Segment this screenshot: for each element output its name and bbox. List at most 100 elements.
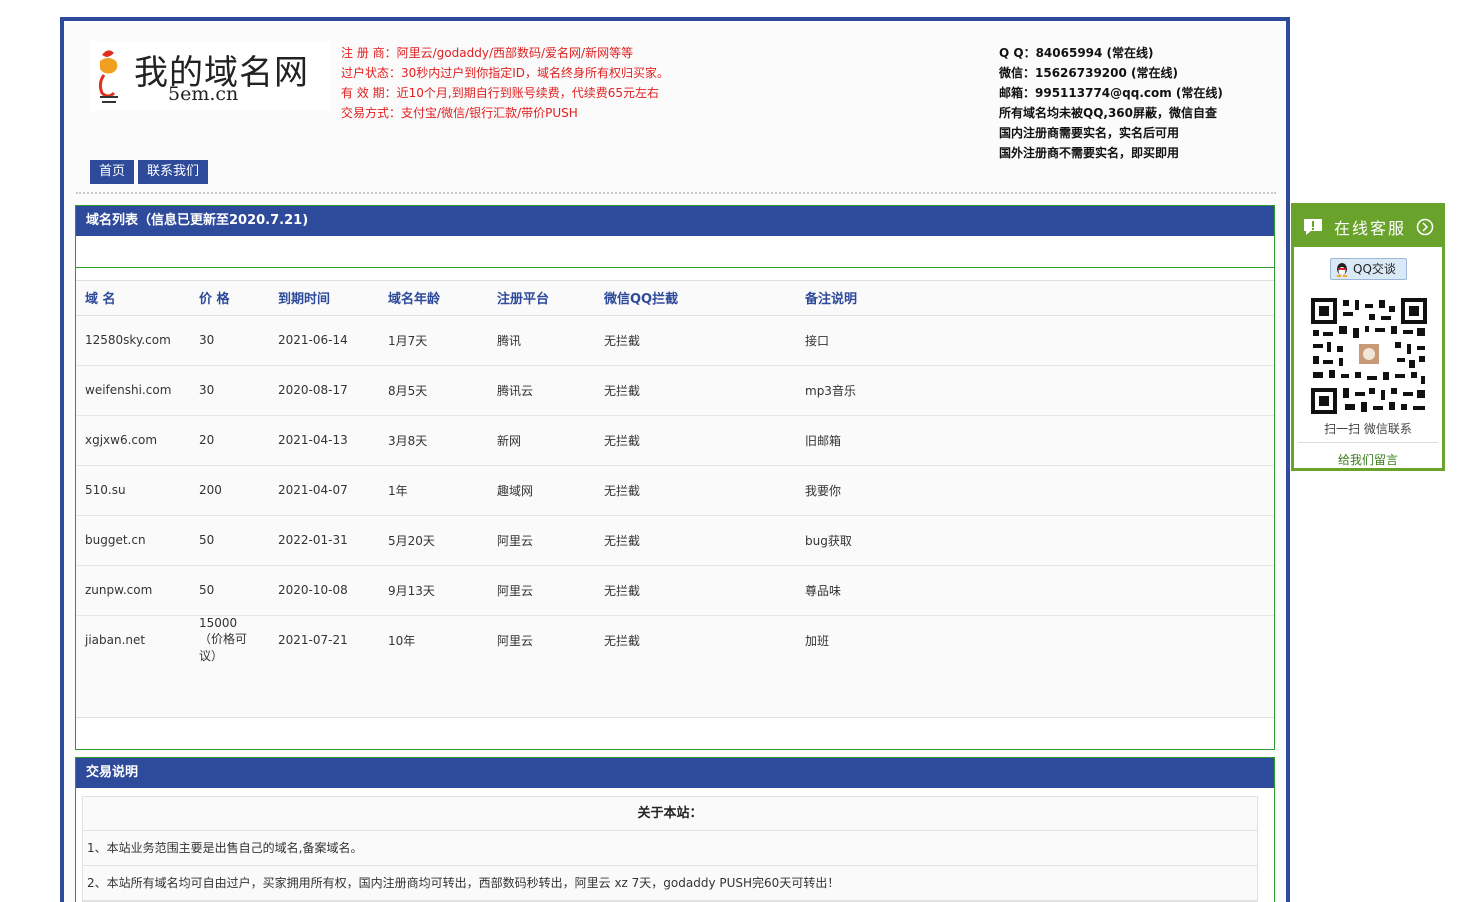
cell-price: 15000（价格可议） xyxy=(199,616,248,664)
contact-wechat: 微信：15626739200 (常在线) xyxy=(999,66,1178,80)
trade-info-list: 关于本站： 1、本站业务范围主要是出售自己的域名,备案域名。 2、本站所有域名均… xyxy=(82,796,1258,902)
trade-info-body: 关于本站： 1、本站业务范围主要是出售自己的域名,备案域名。 2、本站所有域名均… xyxy=(76,788,1274,902)
notice-transfer: 过户状态：30秒内过户到你指定ID，域名终身所有权归买家。 xyxy=(341,66,670,80)
col-domain[interactable]: 域 名 xyxy=(76,281,190,316)
col-registrar[interactable]: 注册平台 xyxy=(488,281,595,316)
contact-qq: Q Q：84065994 (常在线) xyxy=(999,46,1154,60)
scan-wechat-text: 扫一扫 微信联系 xyxy=(1324,422,1412,436)
cell-age: 9月13天 xyxy=(379,565,488,616)
col-age[interactable]: 域名年龄 xyxy=(379,281,488,316)
contact-email: 邮箱：995113774@qq.com (常在线) xyxy=(999,86,1223,100)
cell-price: 20 xyxy=(190,415,269,466)
cell-block-status: 无拦截 xyxy=(595,465,796,516)
notice-payment: 交易方式：支付宝/微信/银行汇款/带价PUSH xyxy=(341,106,578,120)
cell-domain: xgjxw6.com xyxy=(76,415,190,466)
cell-domain: weifenshi.com xyxy=(76,365,190,416)
cell-registrar: 阿里云 xyxy=(488,565,595,616)
page-container: 我的域名网 5em.cn 注 册 商：阿里云/godaddy/西部数码/爱名网/… xyxy=(60,17,1290,902)
contact-note-2: 国内注册商需要实名，实名后可用 xyxy=(999,126,1180,140)
service-title: 在线客服 xyxy=(1334,218,1407,238)
cell-domain: jiaban.net xyxy=(85,633,146,648)
cell-registrar: 腾讯云 xyxy=(488,365,595,416)
contact-block: Q Q：84065994 (常在线) 微信：15626739200 (常在线) … xyxy=(999,43,1223,163)
cell-remarks: mp3音乐 xyxy=(796,365,1274,416)
nav-contact-button[interactable]: 联系我们 xyxy=(138,160,209,184)
service-header[interactable]: 在线客服 xyxy=(1294,206,1442,247)
cell-block-status: 无拦截 xyxy=(595,515,796,566)
about-heading: 关于本站： xyxy=(83,797,1257,831)
qq-chat-label: QQ交谈 xyxy=(1353,262,1396,276)
cell-domain: 12580sky.com xyxy=(76,315,190,366)
cell-domain: 510.su xyxy=(76,465,190,516)
cell-age: 5月20天 xyxy=(379,515,488,566)
cell-expiry: 2021-07-21 xyxy=(278,633,348,648)
cell-block-status: 无拦截 xyxy=(595,415,796,466)
arrow-circle-right-icon[interactable] xyxy=(1416,218,1434,236)
cell-price: 200 xyxy=(190,465,269,516)
notice-registrar: 注 册 商：阿里云/godaddy/西部数码/爱名网/新网等等 xyxy=(341,46,634,60)
domain-list-title: 域名列表（信息已更新至2020.7.21) xyxy=(76,206,1274,236)
cell-expiry: 2020-10-08 xyxy=(269,565,379,616)
cell-expiry: 2021-06-14 xyxy=(269,315,379,366)
trade-info-title: 交易说明 xyxy=(76,758,1274,788)
table-row: 510.su 200 2021-04-07 1年 趣域网 无拦截 我要你 xyxy=(76,465,1274,516)
table-row: bugget.cn 50 2022-01-31 5月20天 阿里云 无拦截 bu… xyxy=(76,515,1274,566)
notice-block: 注 册 商：阿里云/godaddy/西部数码/爱名网/新网等等 过户状态：30秒… xyxy=(341,43,669,123)
cell-price: 30 xyxy=(190,365,269,416)
nav-home-button[interactable]: 首页 xyxy=(90,160,135,184)
col-expiry[interactable]: 到期时间 xyxy=(269,281,379,316)
cell-registrar: 新网 xyxy=(488,415,595,466)
cell-block-status: 无拦截 xyxy=(604,633,641,648)
trade-info-panel: 交易说明 关于本站： 1、本站业务范围主要是出售自己的域名,备案域名。 2、本站… xyxy=(75,757,1275,902)
main-nav: 首页 联系我们 xyxy=(90,160,209,184)
cell-block-status: 无拦截 xyxy=(595,565,796,616)
cell-remarks: 我要你 xyxy=(796,465,1274,516)
qq-chat-button[interactable]: QQ交谈 xyxy=(1330,258,1407,280)
col-remarks[interactable]: 备注说明 xyxy=(796,281,1274,316)
domain-list-panel: 域名列表（信息已更新至2020.7.21) 域 名 价 格 到期时间 域名年龄 … xyxy=(75,205,1275,750)
cell-domain: zunpw.com xyxy=(76,565,190,616)
trade-info-item: 2、本站所有域名均可自由过户，买家拥用所有权，国内注册商均可转出，西部数码秒转出… xyxy=(83,866,1257,901)
cell-price: 50 xyxy=(190,565,269,616)
service-divider xyxy=(1298,442,1438,443)
logo-subtitle: 5em.cn xyxy=(168,83,239,105)
cell-block-status: 无拦截 xyxy=(595,315,796,366)
cell-registrar: 阿里云 xyxy=(497,633,534,648)
cell-price: 30 xyxy=(190,315,269,366)
online-service-widget: 在线客服 QQ交谈 扫一扫 微信联系 给我们留言 xyxy=(1291,203,1445,471)
leave-message-link[interactable]: 给我们留言 xyxy=(1294,451,1442,468)
cell-expiry: 2022-01-31 xyxy=(269,515,379,566)
trade-info-item: 1、本站业务范围主要是出售自己的域名,备案域名。 xyxy=(83,831,1257,866)
col-price[interactable]: 价 格 xyxy=(190,281,269,316)
cell-remarks: 加班 xyxy=(805,633,830,648)
cell-remarks: 旧邮箱 xyxy=(796,415,1274,466)
cell-remarks: 接口 xyxy=(796,315,1274,366)
cell-price: 50 xyxy=(190,515,269,566)
domain-table: 域 名 价 格 到期时间 域名年龄 注册平台 微信QQ拦截 备注说明 12580… xyxy=(76,280,1274,718)
col-block-status[interactable]: 微信QQ拦截 xyxy=(595,281,796,316)
cell-expiry: 2021-04-07 xyxy=(269,465,379,516)
cell-domain: bugget.cn xyxy=(76,515,190,566)
cell-remarks: bug获取 xyxy=(796,515,1274,566)
domain-list-spacer xyxy=(76,236,1274,268)
header-divider xyxy=(76,192,1276,194)
table-row: 12580sky.com 30 2021-06-14 1月7天 腾讯 无拦截 接… xyxy=(76,315,1274,366)
notice-validity: 有 效 期：近10个月,到期自行到账号续费，代续费65元左右 xyxy=(341,86,659,100)
cell-expiry: 2021-04-13 xyxy=(269,415,379,466)
cell-age: 1月7天 xyxy=(379,315,488,366)
cell-block-status: 无拦截 xyxy=(595,365,796,416)
chat-alert-icon xyxy=(1304,218,1322,235)
cell-registrar: 腾讯 xyxy=(488,315,595,366)
table-row: zunpw.com 50 2020-10-08 9月13天 阿里云 无拦截 尊品… xyxy=(76,565,1274,616)
cell-age: 3月8天 xyxy=(379,415,488,466)
cell-age: 8月5天 xyxy=(379,365,488,416)
contact-note-1: 所有域名均未被QQ,360屏蔽，微信自查 xyxy=(999,106,1218,120)
cell-remarks: 尊品味 xyxy=(796,565,1274,616)
site-logo[interactable]: 我的域名网 5em.cn xyxy=(90,41,330,111)
rooster-logo-icon xyxy=(98,50,118,103)
qq-penguin-icon xyxy=(1336,263,1348,277)
cell-age: 1年 xyxy=(379,465,488,516)
table-row: xgjxw6.com 20 2021-04-13 3月8天 新网 无拦截 旧邮箱 xyxy=(76,415,1274,466)
table-row: jiaban.net 15000（价格可议） 2021-07-21 10年 阿里… xyxy=(76,615,1274,665)
domain-table-header: 域 名 价 格 到期时间 域名年龄 注册平台 微信QQ拦截 备注说明 xyxy=(76,281,1274,316)
